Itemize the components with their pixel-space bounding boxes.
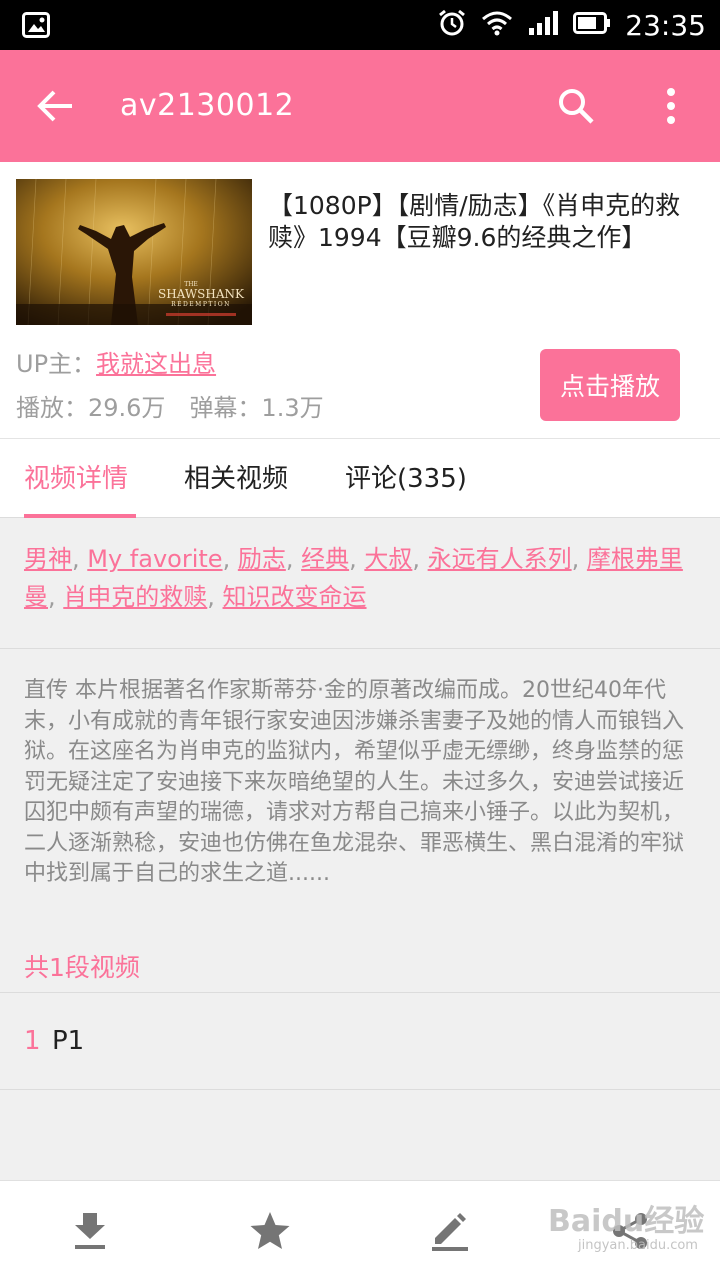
tab-bar: 视频详情 相关视频 评论(335): [0, 438, 720, 518]
search-icon[interactable]: [556, 86, 596, 126]
poster-title-text: SHAWSHANK: [158, 287, 245, 301]
tab-comments[interactable]: 评论(335): [345, 439, 467, 519]
part-name: P1: [52, 1026, 85, 1056]
tag-link[interactable]: 男神: [24, 545, 72, 573]
tag-link[interactable]: 肖申克的救赎: [63, 583, 207, 611]
video-cover-image[interactable]: THE SHAWSHANK REDEMPTION: [16, 179, 252, 325]
signal-icon: [527, 10, 559, 40]
tag-link[interactable]: 大叔: [364, 545, 412, 573]
tab-video-details[interactable]: 视频详情: [24, 439, 128, 519]
tag-separator: ,: [222, 545, 238, 573]
part-item[interactable]: 1 P1: [0, 993, 720, 1090]
tag-separator: ,: [207, 583, 223, 611]
battery-icon: [573, 12, 611, 38]
tag-list: 男神, My favorite, 励志, 经典, 大叔, 永远有人系列, 摩根弗…: [24, 540, 700, 616]
status-bar: 23:35: [0, 0, 720, 50]
tab-indicator: [24, 514, 136, 518]
uploader-label: UP主：: [16, 350, 97, 378]
video-info-card: THE SHAWSHANK REDEMPTION 【1080P】【剧情/励志】《…: [0, 162, 720, 438]
divider: [0, 648, 720, 649]
video-description: 直传 本片根据著名作家斯蒂芬·金的原著改编而成。20世纪40年代末，小有成就的青…: [24, 678, 685, 886]
download-icon[interactable]: [30, 1181, 150, 1280]
video-stats: 播放：29.6万 弹幕：1.3万: [16, 388, 324, 423]
tag-link[interactable]: 知识改变命运: [223, 583, 367, 611]
tag-link[interactable]: 经典: [301, 545, 349, 573]
part-index: 1: [24, 1026, 41, 1056]
baidu-watermark-url: jingyan.baidu.com: [578, 1238, 698, 1253]
parts-count: 共1段视频: [24, 953, 140, 982]
page-title: av2130012: [120, 88, 295, 123]
tag-link[interactable]: 永远有人系列: [428, 545, 572, 573]
tab-related-videos[interactable]: 相关视频: [184, 439, 288, 519]
play-count: 播放：29.6万: [16, 394, 166, 422]
baidu-watermark: Baidu经验: [548, 1204, 705, 1239]
more-vert-icon[interactable]: [656, 86, 686, 126]
tag-link[interactable]: My favorite: [87, 545, 222, 573]
uploader-link[interactable]: 我就这出息: [96, 350, 216, 378]
tag-separator: ,: [349, 545, 365, 573]
status-time: 23:35: [625, 8, 706, 42]
star-icon[interactable]: [210, 1181, 330, 1280]
tag-separator: ,: [48, 583, 64, 611]
edit-icon[interactable]: [390, 1181, 510, 1280]
app-bar: av2130012: [0, 50, 720, 162]
alarm-icon: [437, 8, 467, 42]
tag-separator: ,: [412, 545, 428, 573]
tag-separator: ,: [285, 545, 302, 573]
back-arrow-icon[interactable]: [36, 86, 76, 126]
tag-separator: ,: [571, 545, 587, 573]
uploader-row: UP主：我就这出息: [16, 344, 216, 379]
tag-separator: ,: [72, 545, 88, 573]
wifi-icon: [481, 10, 513, 40]
video-title: 【1080P】【剧情/励志】《肖申克的救赎》1994【豆瓣9.6的经典之作】: [268, 191, 681, 252]
tag-link[interactable]: 励志: [238, 545, 286, 573]
gallery-notification-icon: [22, 12, 50, 42]
poster-subtitle-text: REDEMPTION: [171, 301, 231, 308]
danmaku-count: 弹幕：1.3万: [189, 394, 324, 422]
play-button[interactable]: 点击播放: [540, 349, 680, 421]
